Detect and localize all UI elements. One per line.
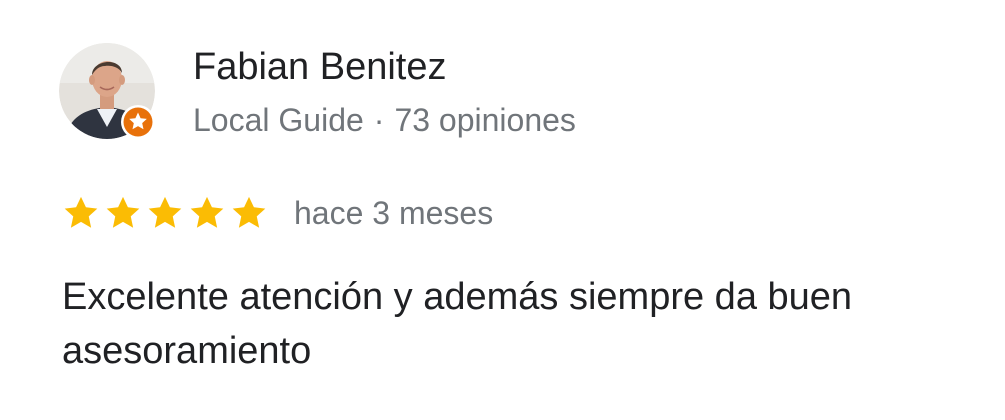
star-icon (64, 196, 98, 228)
author-name[interactable]: Fabian Benitez (193, 44, 447, 90)
local-guide-label: Local Guide (193, 102, 364, 138)
meta-separator: · (373, 102, 385, 138)
review-card: Fabian Benitez Local Guide · 73 opiniones … (0, 0, 1005, 420)
star-icon (106, 196, 140, 228)
review-time: hace 3 meses (294, 195, 494, 231)
rating-row: hace 3 meses (62, 192, 493, 234)
author-meta: Local Guide · 73 opiniones (193, 100, 576, 140)
star-rating (62, 194, 268, 232)
star-icon (148, 196, 182, 228)
star-icon (190, 196, 224, 228)
review-text: Excelente atención y además siempre da b… (62, 276, 853, 372)
reviews-count: 73 opiniones (394, 102, 576, 138)
local-guide-badge-icon (121, 105, 155, 139)
star-icon (232, 196, 266, 228)
author-avatar[interactable] (59, 43, 157, 141)
